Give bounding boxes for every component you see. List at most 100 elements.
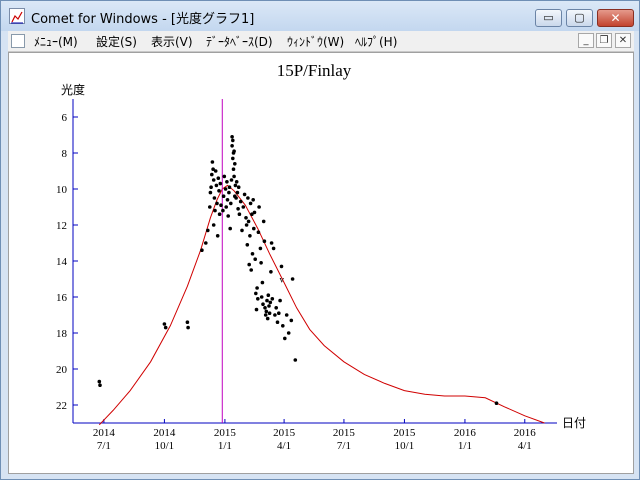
observation-point [162,322,167,326]
observation-point [250,252,255,256]
observation-point [214,183,219,188]
observation-point [249,268,253,272]
observations: v [97,135,499,406]
observation-point [227,190,231,195]
observation-point [236,185,241,189]
observation-point [254,307,259,312]
menu-item-settings[interactable]: 設定(S) [96,33,137,50]
observation-point [241,205,246,209]
observation-point [209,185,213,189]
maximize-button[interactable]: ▢ [566,9,593,27]
observation-point [269,241,274,245]
tick-labels: 681012141618202220147/1201410/120151/120… [56,112,536,452]
maximize-icon: ▢ [574,11,585,24]
observation-point [263,313,268,317]
observation-point [235,190,240,195]
y-tick-label: 16 [56,292,68,304]
observation-point [256,230,261,234]
observation-point [211,178,216,182]
observation-point [221,194,226,198]
observation-point [185,320,190,325]
mdi-restore-button[interactable]: ❐ [596,33,612,48]
observation-point [225,180,229,184]
chart-title: 15P/Finlay [277,61,352,80]
observation-point [275,320,280,325]
y-tick-label: 12 [56,220,67,232]
observation-point [286,331,291,335]
observation-point [225,198,230,202]
observation-point [255,286,259,290]
x-tick-date: 4/1 [518,440,532,452]
observation-point [259,295,264,299]
observation-point [234,180,239,184]
observation-point [270,297,275,301]
minimize-icon: ▭ [543,11,554,24]
observation-point [231,138,235,143]
close-button[interactable]: ✕ [597,9,634,27]
observation-point [226,214,230,218]
observation-point [215,234,220,238]
observation-point [248,234,252,238]
observation-point [293,358,298,362]
menu-item-menu[interactable]: ﾒﾆｭｰ(M) [34,33,78,50]
menu-item-view[interactable]: 表示(V) [151,33,193,50]
observation-point [186,325,190,330]
x-tick-date: 7/1 [337,440,351,452]
observation-point [216,176,221,180]
observation-point [258,246,263,251]
observation-point [236,207,240,211]
observation-point [273,313,277,317]
observation-point [264,309,269,314]
observation-point [231,167,236,171]
menu-item-help[interactable]: ﾍﾙﾌﾟ(H) [355,33,397,50]
menu-bar: ﾒﾆｭｰ(M) 設定(S) 表示(V) ﾃﾞｰﾀﾍﾞｰｽ(D) ｳｨﾝﾄﾞｳ(W… [8,31,634,52]
observation-point [274,306,279,310]
observation-point [246,196,250,200]
observation-point [242,192,247,197]
observation-point [98,383,102,388]
observation-point [227,185,232,189]
observation-point [278,298,282,303]
y-tick-label: 10 [56,184,68,196]
x-axis-label: 日付 [562,416,586,430]
observation-point [277,311,281,316]
mdi-minimize-button[interactable]: _ [578,33,594,48]
observation-point [247,262,251,267]
observation-point [238,199,243,204]
observation-point [213,169,218,173]
observation-point [266,293,271,297]
axes [72,99,557,424]
title-bar[interactable]: Comet for Windows - [光度グラフ1] ▭ ▢ ✕ [1,1,639,31]
observation-point [265,316,270,321]
observation-point [244,216,248,220]
observation-point [252,226,256,231]
x-tick-date: 10/1 [155,440,175,452]
observation-point [268,300,273,305]
y-tick-label: 8 [62,148,68,160]
x-tick-year: 2015 [333,427,356,439]
graph-window: 15P/Finlay 光度 日付 v 6 8 10 12 14 16 18 20 22 2014 7… [8,52,634,474]
observation-point [289,318,294,323]
y-tick-label: 14 [56,256,68,268]
observation-point [219,203,223,207]
mdi-close-button[interactable]: ✕ [615,33,631,48]
observation-point [261,219,266,224]
minimize-button[interactable]: ▭ [535,9,562,27]
observation-point [233,183,238,188]
observation-point [262,239,267,243]
minimize-icon: _ [583,35,589,46]
menu-item-database[interactable]: ﾃﾞｰﾀﾍﾞｰｽ(D) [206,33,273,50]
app-icon[interactable] [9,8,25,24]
window-title: Comet for Windows - [光度グラフ1] [31,12,255,27]
observation-point [261,302,265,306]
observation-point [240,228,244,233]
document-icon[interactable] [11,34,25,48]
observation-point [217,189,221,193]
y-tick-label: 20 [56,364,68,376]
observation-point [269,270,273,274]
observation-point [234,196,238,200]
x-tick-date: 4/1 [277,440,291,452]
menu-item-window[interactable]: ｳｨﾝﾄﾞｳ(W) [287,33,344,50]
observation-point [217,212,222,216]
observation-point [218,181,223,186]
